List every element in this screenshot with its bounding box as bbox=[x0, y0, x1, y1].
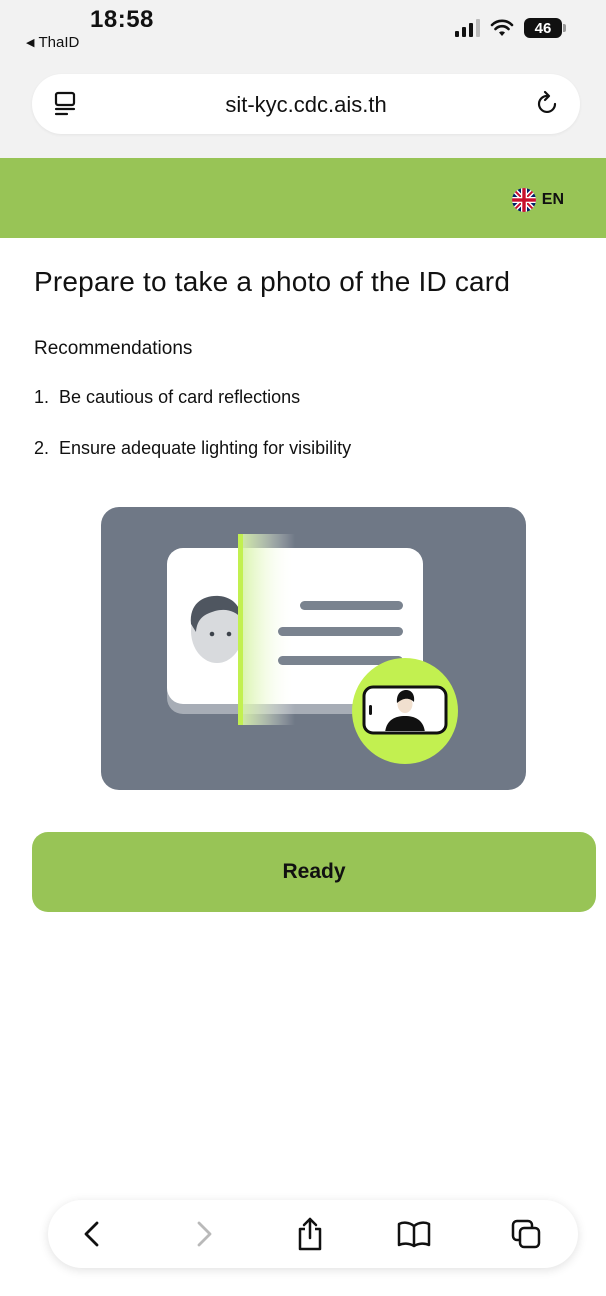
card-photo-icon bbox=[190, 595, 243, 663]
reload-icon[interactable] bbox=[534, 90, 562, 118]
recommendation-item: 1. Be cautious of card reflections bbox=[34, 387, 300, 408]
battery-level: 46 bbox=[534, 19, 552, 37]
browser-toolbar bbox=[48, 1200, 578, 1268]
recommendations-heading: Recommendations bbox=[34, 338, 193, 359]
recommendation-number: 1. bbox=[34, 387, 50, 407]
signal-icon bbox=[455, 19, 480, 37]
recommendation-text: Be cautious of card reflections bbox=[59, 387, 301, 407]
tabs-button[interactable] bbox=[504, 1212, 548, 1256]
recommendation-number: 2. bbox=[34, 438, 50, 458]
browser-address-area: sit-kyc.cdc.ais.th bbox=[0, 60, 606, 158]
recommendation-item: 2. Ensure adequate lighting for visibili… bbox=[34, 438, 351, 459]
bookmarks-icon bbox=[397, 1221, 431, 1248]
forward-button[interactable] bbox=[182, 1212, 226, 1256]
uk-flag-icon bbox=[511, 188, 536, 212]
ready-button[interactable]: Ready bbox=[32, 832, 596, 912]
forward-icon bbox=[197, 1221, 212, 1247]
back-to-app-link[interactable]: ◀ ThaID bbox=[26, 34, 79, 51]
language-label: EN bbox=[541, 191, 564, 208]
status-indicators: 46 bbox=[455, 18, 566, 38]
back-icon bbox=[84, 1221, 99, 1247]
back-app-label: ThaID bbox=[38, 34, 80, 51]
url-text: sit-kyc.cdc.ais.th bbox=[225, 92, 387, 117]
battery-icon: 46 bbox=[524, 18, 566, 38]
share-icon bbox=[298, 1217, 322, 1251]
tabs-icon bbox=[511, 1219, 541, 1249]
page-title: Prepare to take a photo of the ID card bbox=[34, 266, 511, 297]
bookmarks-button[interactable] bbox=[392, 1212, 436, 1256]
status-bar: 18:58 ◀ ThaID 46 bbox=[0, 0, 606, 60]
status-time: 18:58 bbox=[90, 6, 154, 33]
address-bar[interactable]: sit-kyc.cdc.ais.th bbox=[32, 74, 580, 134]
wifi-icon bbox=[490, 19, 514, 36]
back-arrow-icon: ◀ bbox=[26, 37, 35, 49]
share-button[interactable] bbox=[288, 1212, 332, 1256]
id-card-scan-illustration bbox=[101, 507, 526, 790]
recommendation-text: Ensure adequate lighting for visibility bbox=[59, 438, 352, 458]
back-button[interactable] bbox=[70, 1212, 114, 1256]
site-header: EN bbox=[0, 158, 606, 238]
scan-line bbox=[238, 534, 243, 725]
language-selector[interactable]: EN bbox=[511, 188, 564, 212]
